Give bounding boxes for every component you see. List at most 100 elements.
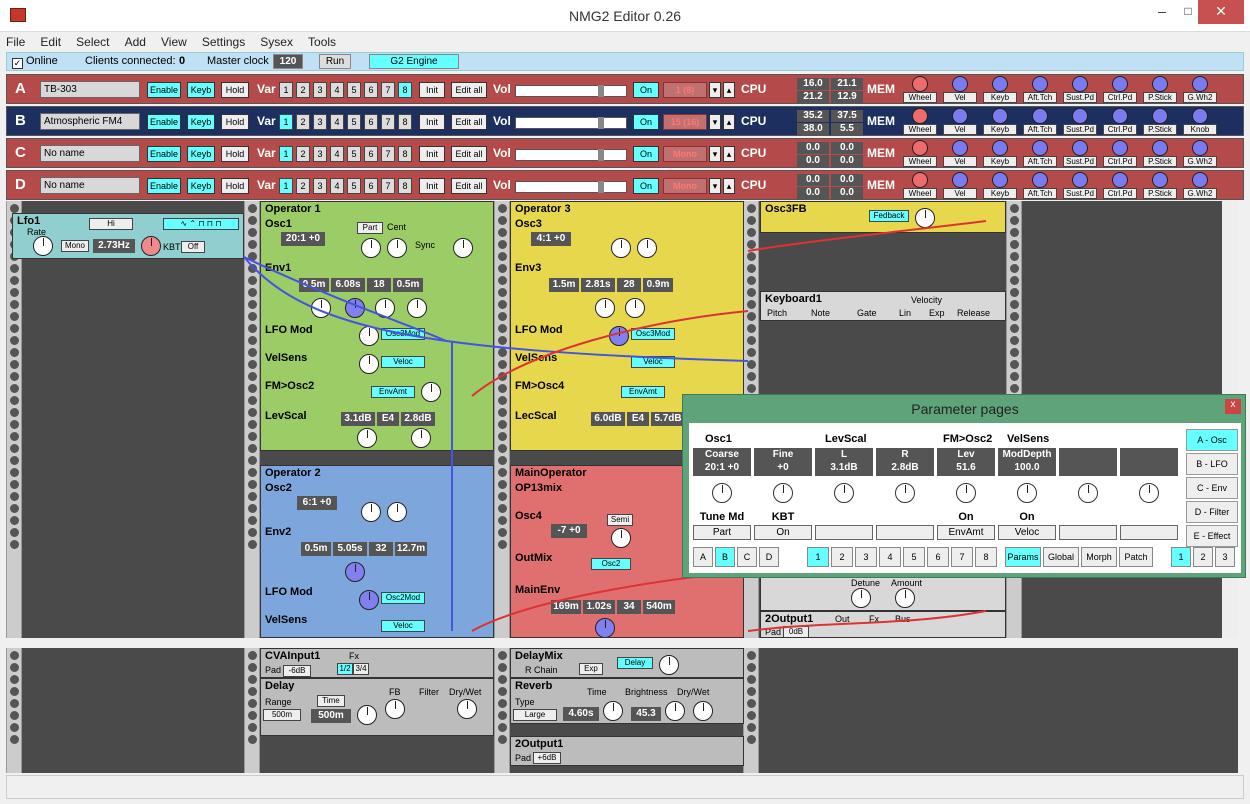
- volume-thumb[interactable]: [598, 117, 604, 129]
- pp-param-knob[interactable]: [895, 483, 915, 503]
- volume-slider[interactable]: [515, 181, 627, 193]
- variation-5-button[interactable]: 5: [347, 178, 361, 194]
- keyb-button[interactable]: Keyb: [187, 82, 215, 98]
- delaymix-delay-button[interactable]: Delay: [617, 657, 653, 669]
- knob-knob[interactable]: [1192, 108, 1208, 124]
- knob-vel[interactable]: [952, 140, 968, 156]
- pp-slot-d-button[interactable]: D: [759, 547, 779, 567]
- knob-keyb[interactable]: [992, 76, 1008, 92]
- fmosc4-envamt-button[interactable]: EnvAmt: [621, 386, 665, 398]
- delay-range-select[interactable]: 500m: [263, 709, 301, 721]
- osc1-coarse-knob[interactable]: [361, 238, 381, 258]
- knob-gwh2[interactable]: [1192, 140, 1208, 156]
- lfo1-knob[interactable]: [141, 236, 161, 256]
- output2-module[interactable]: 2Output1 Pad +6dB: [510, 736, 744, 766]
- pp-tab-a-osc[interactable]: A - Osc: [1186, 429, 1238, 451]
- fmosc2-level-knob[interactable]: [421, 382, 441, 402]
- volume-thumb[interactable]: [598, 149, 604, 161]
- on-button[interactable]: On: [633, 146, 659, 162]
- edit-all-button[interactable]: Edit all: [451, 114, 487, 130]
- hold-button[interactable]: Hold: [221, 146, 249, 162]
- voices-down-button[interactable]: ▾: [709, 178, 721, 194]
- variation-5-button[interactable]: 5: [347, 146, 361, 162]
- pp-page-1-button[interactable]: 1: [1171, 547, 1191, 567]
- enable-button[interactable]: Enable: [147, 146, 181, 162]
- lfomod1-depth-knob[interactable]: [359, 326, 379, 346]
- pp-variation-1-button[interactable]: 1: [807, 547, 829, 567]
- cvainput-fx-12[interactable]: 1/2: [337, 663, 353, 675]
- init-button[interactable]: Init: [419, 114, 445, 130]
- pp-tab-d-filter[interactable]: D - Filter: [1186, 501, 1238, 523]
- menu-edit[interactable]: Edit: [34, 33, 67, 49]
- lfomod3-dest-button[interactable]: Osc3Mod: [631, 328, 675, 340]
- variation-5-button[interactable]: 5: [347, 114, 361, 130]
- cvainput-module[interactable]: CVAInput1 Pad -6dB Fx 1/2 3/4: [260, 648, 494, 678]
- osc3fb-knob[interactable]: [915, 208, 935, 228]
- osc2-coarse-knob[interactable]: [361, 502, 381, 522]
- variation-3-button[interactable]: 3: [313, 82, 327, 98]
- env1-d-knob[interactable]: [345, 298, 365, 318]
- pp-param-button[interactable]: Part: [693, 525, 751, 540]
- keyboard1-module[interactable]: Keyboard1 Pitch Note Gate Velocity Lin E…: [760, 291, 1006, 321]
- pp-mode-global-button[interactable]: Global: [1043, 547, 1079, 567]
- knob-afttch[interactable]: [1032, 140, 1048, 156]
- pp-param-knob[interactable]: [1078, 483, 1098, 503]
- knob-ctrlpd[interactable]: [1112, 108, 1128, 124]
- levscal1-l-knob[interactable]: [357, 428, 377, 448]
- pp-variation-5-button[interactable]: 5: [903, 547, 925, 567]
- voices-up-button[interactable]: ▴: [723, 82, 735, 98]
- run-button[interactable]: Run: [319, 54, 351, 69]
- env1-a-knob[interactable]: [311, 298, 331, 318]
- variation-4-button[interactable]: 4: [330, 178, 344, 194]
- lfo1-hi-button[interactable]: Hi: [89, 218, 133, 230]
- variation-3-button[interactable]: 3: [313, 114, 327, 130]
- pp-param-button[interactable]: EnvAmt: [937, 525, 995, 540]
- pp-tab-b-lfo[interactable]: B - LFO: [1186, 453, 1238, 475]
- edit-all-button[interactable]: Edit all: [451, 82, 487, 98]
- on-button[interactable]: On: [633, 178, 659, 194]
- variation-4-button[interactable]: 4: [330, 114, 344, 130]
- knob-pstick[interactable]: [1152, 108, 1168, 124]
- variation-8-button[interactable]: 8: [398, 178, 412, 194]
- osc3fb-feedback-button[interactable]: Fedback: [869, 210, 909, 222]
- osc3fb-module[interactable]: Osc3FB Fedback: [760, 201, 1006, 233]
- edit-all-button[interactable]: Edit all: [451, 178, 487, 194]
- knob-keyb[interactable]: [992, 108, 1008, 124]
- pp-param-knob[interactable]: [1017, 483, 1037, 503]
- pp-page-3-button[interactable]: 3: [1215, 547, 1235, 567]
- chorus-detune-knob[interactable]: [851, 588, 871, 608]
- on-button[interactable]: On: [633, 114, 659, 130]
- knob-pstick[interactable]: [1152, 76, 1168, 92]
- pp-param-knob[interactable]: [956, 483, 976, 503]
- knob-gwh2[interactable]: [1192, 76, 1208, 92]
- knob-sustpd[interactable]: [1072, 140, 1088, 156]
- lfo1-rate-knob[interactable]: [33, 236, 53, 256]
- pp-variation-2-button[interactable]: 2: [831, 547, 853, 567]
- voices-up-button[interactable]: ▴: [723, 178, 735, 194]
- pp-slot-b-button[interactable]: B: [715, 547, 735, 567]
- enable-button[interactable]: Enable: [147, 178, 181, 194]
- levscal1-r-knob[interactable]: [411, 428, 431, 448]
- pp-slot-a-button[interactable]: A: [693, 547, 713, 567]
- velsens2-dest-button[interactable]: Veloc: [381, 620, 425, 632]
- menu-select[interactable]: Select: [70, 33, 115, 49]
- menu-sysex[interactable]: Sysex: [254, 33, 299, 49]
- variation-4-button[interactable]: 4: [330, 82, 344, 98]
- lfomod1-dest-button[interactable]: Osc3Mod: [381, 328, 425, 340]
- knob-afttch[interactable]: [1032, 172, 1048, 188]
- volume-slider[interactable]: [515, 117, 627, 129]
- variation-5-button[interactable]: 5: [347, 82, 361, 98]
- edit-all-button[interactable]: Edit all: [451, 146, 487, 162]
- env3-s-knob[interactable]: [625, 298, 645, 318]
- osc4-semi-button[interactable]: Semi: [607, 514, 633, 526]
- patch-name-field[interactable]: TB-303: [40, 81, 140, 98]
- knob-pstick[interactable]: [1152, 172, 1168, 188]
- variation-4-button[interactable]: 4: [330, 146, 344, 162]
- knob-vel[interactable]: [952, 76, 968, 92]
- menu-file[interactable]: File: [0, 33, 31, 49]
- lfomod2-dest-button[interactable]: Osc2Mod: [381, 592, 425, 604]
- enable-button[interactable]: Enable: [147, 82, 181, 98]
- init-button[interactable]: Init: [419, 82, 445, 98]
- hold-button[interactable]: Hold: [221, 178, 249, 194]
- knob-wheel[interactable]: [912, 76, 928, 92]
